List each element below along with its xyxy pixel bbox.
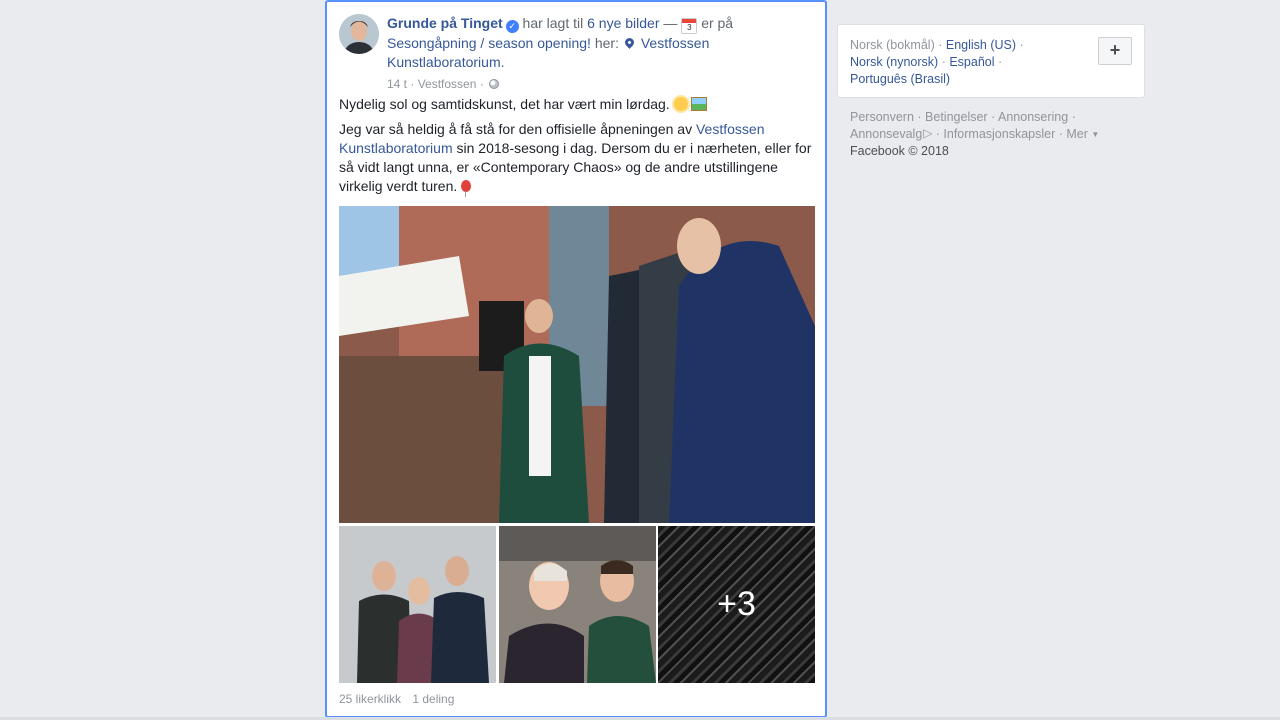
photo-thumb-more[interactable]: +3: [658, 526, 815, 683]
post-stats: 25 likerklikk 1 deling: [339, 692, 462, 706]
likes-count[interactable]: 25 likerklikk: [339, 692, 401, 706]
footer-links: Personvern · Betingelser · Annonsering ·…: [850, 109, 1140, 160]
post-header-text: Grunde på Tinget ✓ har lagt til 6 nye bil…: [387, 14, 815, 92]
language-current: Norsk (bokmål): [850, 38, 935, 52]
author-avatar[interactable]: [339, 14, 379, 54]
globe-icon[interactable]: [489, 79, 500, 89]
post-body: Nydelig sol og samtidskunst, det har vær…: [339, 95, 815, 202]
calendar-icon: 3: [681, 18, 698, 34]
adchoices-icon: [923, 125, 932, 142]
cookies-link[interactable]: Informasjonskapsler: [943, 127, 1055, 141]
language-selector-box: Norsk (bokmål) · English (US) · Norsk (n…: [837, 24, 1145, 98]
chevron-down-icon: ▼: [1091, 130, 1100, 139]
event-link[interactable]: Sesongåpning / season opening!: [387, 35, 591, 51]
picture-emoji-icon: [690, 97, 707, 111]
balloon-emoji-icon: [461, 180, 472, 197]
is-at-text: er på: [701, 15, 734, 31]
p2-before: Jeg var så heldig å få stå for den offis…: [339, 121, 693, 137]
shares-count[interactable]: 1 deling: [412, 692, 454, 706]
location-pin-icon: [622, 36, 636, 49]
photos-link[interactable]: 6 nye bilder: [587, 15, 659, 31]
dash: —: [663, 15, 678, 31]
more-photos-overlay[interactable]: +3: [658, 526, 815, 683]
post-paragraph-2: Jeg var så heldig å få stå for den offis…: [339, 120, 815, 197]
language-portuguese[interactable]: Português (Brasil): [850, 72, 950, 86]
photo-thumb-2[interactable]: [499, 526, 656, 683]
advertising-link[interactable]: Annonsering: [998, 110, 1068, 124]
post-line-1-text: Nydelig sol og samtidskunst, det har vær…: [339, 96, 670, 112]
feed-post: Grunde på Tinget ✓ har lagt til 6 nye bil…: [325, 0, 827, 718]
privacy-link[interactable]: Personvern: [850, 110, 914, 124]
language-nynorsk[interactable]: Norsk (nynorsk): [850, 55, 938, 69]
copyright: Facebook © 2018: [850, 144, 949, 158]
post-timestamp[interactable]: 14 t: [387, 77, 407, 91]
verified-icon: ✓: [505, 20, 519, 33]
more-link[interactable]: Mer: [1066, 127, 1088, 141]
post-line-1: Nydelig sol og samtidskunst, det har vær…: [339, 95, 815, 114]
add-language-button[interactable]: +: [1098, 37, 1132, 65]
author-name[interactable]: Grunde på Tinget: [387, 15, 503, 31]
post-place[interactable]: Vestfossen: [418, 77, 477, 91]
thumb-2-image: [499, 526, 656, 683]
action-text: har lagt til: [522, 15, 584, 31]
main-photo-image: [339, 206, 815, 523]
avatar-image: [339, 14, 379, 54]
post-meta: 14 t · Vestfossen ·: [387, 76, 815, 92]
language-english-us[interactable]: English (US): [946, 38, 1016, 52]
thumb-1-image: [339, 526, 496, 683]
sun-emoji-icon: [673, 97, 688, 111]
adchoices-link[interactable]: Annonsevalg: [850, 127, 922, 141]
language-list: Norsk (bokmål) · English (US) · Norsk (n…: [850, 38, 1024, 86]
photo-thumb-1[interactable]: [339, 526, 496, 683]
here-text: her:: [594, 35, 619, 51]
main-photo[interactable]: [339, 206, 815, 523]
language-spanish[interactable]: Español: [949, 55, 994, 69]
terms-link[interactable]: Betingelser: [925, 110, 988, 124]
